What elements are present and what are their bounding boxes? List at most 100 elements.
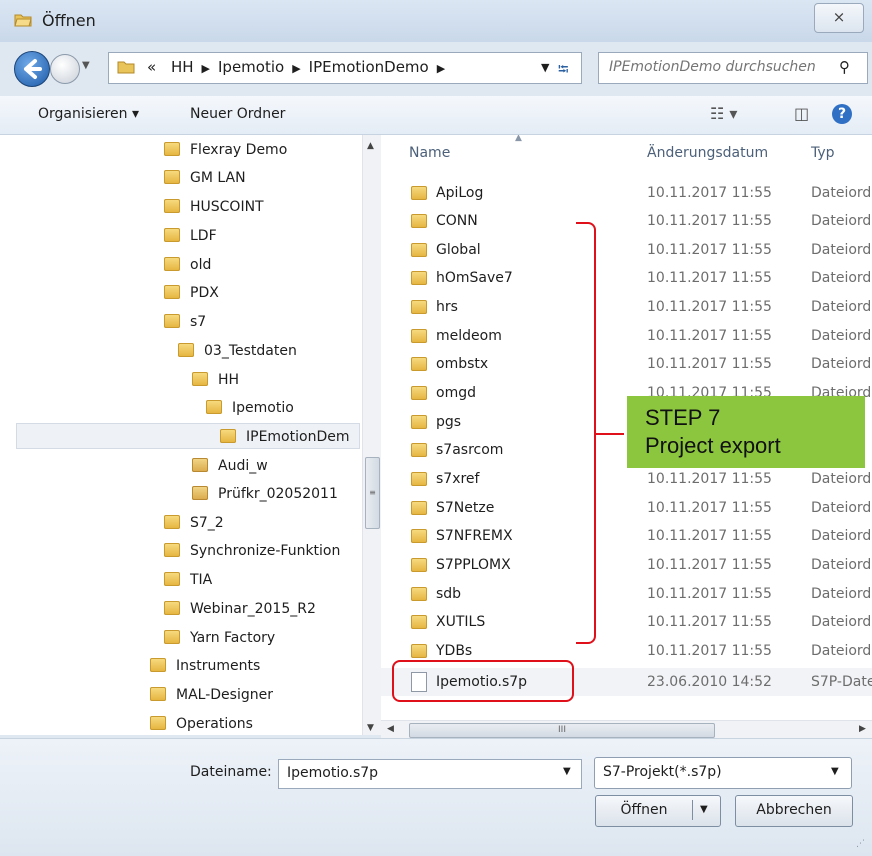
list-item[interactable]: Global 10.11.2017 11:55 Dateiord: [381, 236, 872, 264]
nav-item-instruments[interactable]: Instruments: [150, 653, 260, 679]
list-item[interactable]: S7Netze 10.11.2017 11:55 Dateiord: [381, 494, 872, 522]
annotation-file-highlight: [392, 660, 574, 702]
preview-pane-icon[interactable]: ◫: [794, 104, 809, 123]
filename-label: Dateiname:: [190, 764, 272, 780]
folder-icon: [164, 257, 180, 271]
address-row: ▼ « HH ▶ Ipemotio ▶ IPEmotionDemo ▶ ▼ ⭾ ⚲: [0, 46, 872, 90]
chevron-right-icon[interactable]: ▶: [437, 62, 445, 75]
list-item[interactable]: ombstx 10.11.2017 11:55 Dateiord: [381, 350, 872, 378]
search-icon[interactable]: ⚲: [839, 58, 850, 76]
list-item[interactable]: s7xref 10.11.2017 11:55 Dateiord: [381, 465, 872, 493]
scroll-up-icon[interactable]: ▲: [367, 141, 374, 151]
search-box[interactable]: ⚲: [598, 52, 868, 84]
new-folder-button[interactable]: Neuer Ordner: [190, 106, 285, 122]
folder-icon: [164, 142, 180, 156]
nav-scrollbar[interactable]: ▲ ≡ ▼: [362, 135, 381, 735]
nav-item-pruefkr[interactable]: Prüfkr_02052011: [192, 481, 338, 507]
folder-icon: [411, 186, 427, 200]
folder-open-icon: [14, 14, 32, 27]
list-item[interactable]: S7PPLOMX 10.11.2017 11:55 Dateiord: [381, 551, 872, 579]
chevron-down-icon[interactable]: ▼: [563, 766, 571, 777]
nav-item-flexray-demo[interactable]: Flexray Demo: [164, 137, 287, 163]
open-button[interactable]: Öffnen ▼: [595, 795, 721, 827]
filename-input[interactable]: [285, 764, 549, 782]
nav-item-operations[interactable]: Operations: [150, 711, 253, 737]
chevron-down-icon[interactable]: ▼: [541, 61, 549, 74]
folder-icon: [150, 716, 166, 730]
filename-field[interactable]: ▼: [278, 759, 582, 789]
nav-item-webinar-2015-r2[interactable]: Webinar_2015_R2: [164, 596, 316, 622]
nav-item-old[interactable]: old: [164, 252, 211, 278]
chevron-right-icon[interactable]: ▶: [202, 62, 210, 75]
folder-icon: [411, 501, 427, 515]
list-item[interactable]: CONN 10.11.2017 11:55 Dateiord: [381, 207, 872, 235]
cancel-button[interactable]: Abbrechen: [735, 795, 853, 827]
nav-item-synchronize-funktion[interactable]: Synchronize-Funktion: [164, 538, 340, 564]
forward-button[interactable]: [50, 54, 80, 84]
column-header-name[interactable]: Name: [409, 145, 450, 161]
breadcrumb-overflow[interactable]: «: [147, 58, 156, 76]
breadcrumb-hh[interactable]: HH: [171, 58, 194, 76]
list-item[interactable]: hrs 10.11.2017 11:55 Dateiord: [381, 293, 872, 321]
folder-icon: [411, 329, 427, 343]
scroll-thumb[interactable]: III: [409, 723, 715, 738]
address-bar[interactable]: « HH ▶ Ipemotio ▶ IPEmotionDemo ▶ ▼: [108, 52, 582, 84]
nav-item-s7[interactable]: s7: [164, 309, 206, 335]
file-list-hscrollbar[interactable]: ◀ III ▶: [381, 720, 872, 739]
folder-icon: [411, 472, 427, 486]
column-header-date[interactable]: Änderungsdatum: [647, 145, 768, 161]
open-button-label[interactable]: Öffnen: [596, 796, 692, 824]
refresh-icon[interactable]: ⭾: [558, 59, 569, 83]
close-button[interactable]: ⨯: [814, 3, 864, 33]
nav-item-ldf[interactable]: LDF: [164, 223, 217, 249]
nav-item-yarn-factory[interactable]: Yarn Factory: [164, 625, 275, 651]
file-type-select[interactable]: S7-Projekt(*.s7p) ▼: [594, 757, 852, 789]
list-item[interactable]: hOmSave7 10.11.2017 11:55 Dateiord: [381, 264, 872, 292]
annotation-label: STEP 7 Project export: [627, 396, 865, 468]
folder-icon: [164, 572, 180, 586]
history-dropdown-icon[interactable]: ▼: [82, 60, 90, 71]
help-icon[interactable]: ?: [832, 104, 852, 124]
nav-item-ipemotio[interactable]: Ipemotio: [206, 395, 294, 421]
back-button[interactable]: [14, 51, 50, 87]
view-options-icon[interactable]: ☷ ▾: [710, 104, 737, 123]
nav-item-huscoint[interactable]: HUSCOINT: [164, 194, 264, 220]
annotation-line-2: Project export: [645, 433, 781, 458]
s7-project-icon: [192, 486, 208, 500]
breadcrumb-ipemotio[interactable]: Ipemotio: [218, 58, 284, 76]
arrow-left-icon: [24, 59, 42, 79]
nav-item-ipemotiondemo[interactable]: IPEmotionDem: [16, 423, 360, 449]
scroll-thumb[interactable]: ≡: [365, 457, 380, 529]
resize-grip-icon[interactable]: ⋰: [856, 839, 865, 849]
file-type-value: S7-Projekt(*.s7p): [603, 764, 722, 780]
breadcrumb: « HH ▶ Ipemotio ▶ IPEmotionDemo ▶: [147, 58, 453, 76]
nav-item-pdx[interactable]: PDX: [164, 280, 219, 306]
folder-icon: [164, 199, 180, 213]
scroll-right-icon[interactable]: ▶: [859, 724, 866, 734]
search-input[interactable]: [607, 58, 831, 76]
annotation-bracket-tick: [594, 433, 624, 435]
folder-icon: [411, 558, 427, 572]
list-item[interactable]: sdb 10.11.2017 11:55 Dateiord: [381, 580, 872, 608]
nav-item-hh[interactable]: HH: [192, 367, 239, 393]
scroll-left-icon[interactable]: ◀: [387, 724, 394, 734]
scroll-down-icon[interactable]: ▼: [367, 723, 374, 733]
list-item[interactable]: ApiLog 10.11.2017 11:55 Dateiord: [381, 179, 872, 207]
nav-item-s7-2[interactable]: S7_2: [164, 510, 224, 536]
chevron-right-icon[interactable]: ▶: [292, 62, 300, 75]
nav-item-mal-designer[interactable]: MAL-Designer: [150, 682, 273, 708]
nav-item-03-testdaten[interactable]: 03_Testdaten: [178, 338, 297, 364]
split-divider: [692, 800, 693, 820]
list-item[interactable]: S7NFREMX 10.11.2017 11:55 Dateiord: [381, 522, 872, 550]
chevron-down-icon[interactable]: ▼: [700, 796, 708, 824]
folder-icon: [411, 443, 427, 457]
list-item[interactable]: meldeom 10.11.2017 11:55 Dateiord: [381, 322, 872, 350]
breadcrumb-ipemotiondemo[interactable]: IPEmotionDemo: [309, 58, 429, 76]
column-header-type[interactable]: Typ: [811, 145, 835, 161]
nav-item-gm-lan[interactable]: GM LAN: [164, 165, 246, 191]
nav-item-tia[interactable]: TIA: [164, 567, 212, 593]
nav-item-audi-w[interactable]: Audi_w: [192, 453, 268, 479]
organize-menu[interactable]: Organisieren ▾: [38, 106, 139, 122]
navigation-pane: Flexray Demo GM LAN HUSCOINT LDF old PDX…: [0, 135, 363, 735]
list-item[interactable]: XUTILS 10.11.2017 11:55 Dateiord: [381, 608, 872, 636]
